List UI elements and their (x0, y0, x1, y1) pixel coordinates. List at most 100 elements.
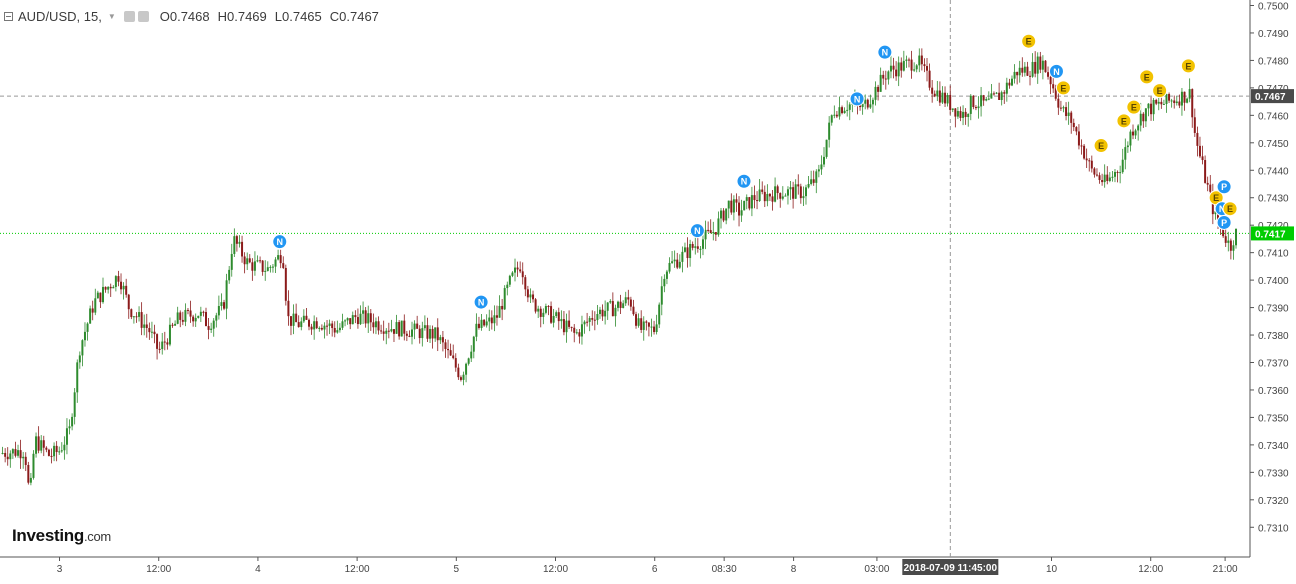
eye-icon[interactable] (123, 11, 135, 22)
earnings-event-marker[interactable]: E (1222, 201, 1238, 217)
candle-body (253, 261, 256, 271)
news-event-marker[interactable]: N (849, 91, 865, 107)
candle-body (1227, 240, 1230, 243)
candle-body (1036, 56, 1039, 74)
candle-body (171, 324, 174, 326)
candle-body (869, 104, 872, 108)
candle-body (704, 229, 707, 240)
candle-body (315, 321, 318, 329)
collapse-icon[interactable] (4, 12, 13, 21)
candle-body (627, 297, 630, 300)
candle-body (717, 218, 720, 235)
candle-body (310, 326, 313, 330)
news-event-marker[interactable]: N (736, 173, 752, 189)
news-event-marker[interactable]: N (473, 294, 489, 310)
candle-body (1057, 98, 1060, 108)
candle-body (336, 330, 339, 333)
earnings-event-marker[interactable]: E (1180, 58, 1196, 74)
candle-body (1072, 122, 1075, 128)
candle-body (967, 113, 970, 118)
price-chart[interactable]: 0.75000.74900.74800.74700.74600.74500.74… (0, 0, 1296, 579)
earnings-event-marker[interactable]: E (1116, 113, 1132, 129)
symbol-label[interactable]: AUD/USD, 15, (18, 9, 102, 24)
earnings-event-marker[interactable]: E (1055, 80, 1071, 96)
candle-body (884, 78, 887, 80)
candle-body (150, 331, 153, 333)
earnings-event-marker[interactable]: E (1093, 138, 1109, 154)
candle-body (331, 323, 334, 329)
candle-body (1077, 131, 1080, 146)
candle-body (436, 327, 439, 341)
candle-body (431, 328, 434, 339)
candle-body (248, 258, 251, 263)
candle-body (683, 247, 686, 252)
candle-body (678, 261, 681, 268)
candle-body (1013, 71, 1016, 79)
candle-body (835, 114, 838, 117)
candle-body (295, 313, 298, 323)
candle-body (1150, 103, 1153, 115)
candle-body (877, 86, 880, 92)
y-tick-label: 0.7450 (1258, 139, 1289, 150)
candle-body (1070, 112, 1073, 123)
policy-event-marker[interactable]: P (1216, 179, 1232, 195)
candle-body (326, 325, 329, 327)
candle-body (1039, 56, 1042, 70)
candle-body (926, 66, 929, 71)
news-event-marker[interactable]: N (272, 234, 288, 250)
candle-body (1196, 132, 1199, 146)
candle-body (864, 99, 867, 104)
candle-body (828, 122, 831, 140)
candle-body (833, 114, 836, 116)
candle-body (1098, 175, 1101, 181)
candle-body (387, 330, 390, 332)
candle-body (81, 340, 84, 356)
candle-body (493, 315, 496, 324)
candle-body (369, 313, 372, 323)
candle-body (346, 318, 349, 321)
candle-body (246, 258, 249, 265)
candle-body (400, 320, 403, 337)
candle-body (686, 247, 689, 259)
caret-down-icon[interactable]: ▼ (108, 12, 116, 21)
candle-body (763, 191, 766, 202)
candle-body (838, 107, 841, 117)
earnings-event-marker[interactable]: E (1152, 83, 1168, 99)
candle-body (552, 316, 555, 323)
candle-body (614, 307, 617, 317)
candle-body (434, 327, 437, 339)
earnings-event-marker[interactable]: E (1126, 99, 1142, 115)
candle-body (622, 303, 625, 308)
candle-body (107, 286, 110, 290)
candle-body (215, 315, 218, 321)
candle-body (1103, 174, 1106, 183)
candle-body (459, 377, 462, 380)
candle-body (449, 350, 452, 356)
candle-body (1029, 75, 1032, 77)
candle-body (668, 262, 671, 272)
chart-area[interactable]: 0.75000.74900.74800.74700.74600.74500.74… (0, 0, 1296, 579)
candle-body (1160, 101, 1163, 105)
candle-body (699, 248, 702, 250)
candle-body (1, 452, 4, 454)
candle-body (920, 55, 923, 65)
candle-body (259, 260, 262, 262)
news-event-marker[interactable]: N (689, 223, 705, 239)
settings-icon[interactable] (137, 11, 149, 22)
candle-body (789, 187, 792, 190)
news-event-marker[interactable]: N (877, 44, 893, 60)
candle-body (1144, 108, 1147, 122)
candle-body (416, 323, 419, 329)
candle-body (825, 139, 828, 157)
news-event-marker[interactable]: N (1048, 63, 1064, 79)
candle-body (241, 241, 244, 257)
candle-body (161, 341, 164, 350)
earnings-event-marker[interactable]: E (1021, 33, 1037, 49)
candle-body (1180, 91, 1183, 106)
candle-body (127, 294, 130, 310)
policy-event-marker[interactable]: P (1216, 214, 1232, 230)
candle-body (271, 266, 274, 268)
earnings-event-marker[interactable]: E (1139, 69, 1155, 85)
candle-body (725, 208, 728, 221)
candle-body (313, 321, 316, 330)
